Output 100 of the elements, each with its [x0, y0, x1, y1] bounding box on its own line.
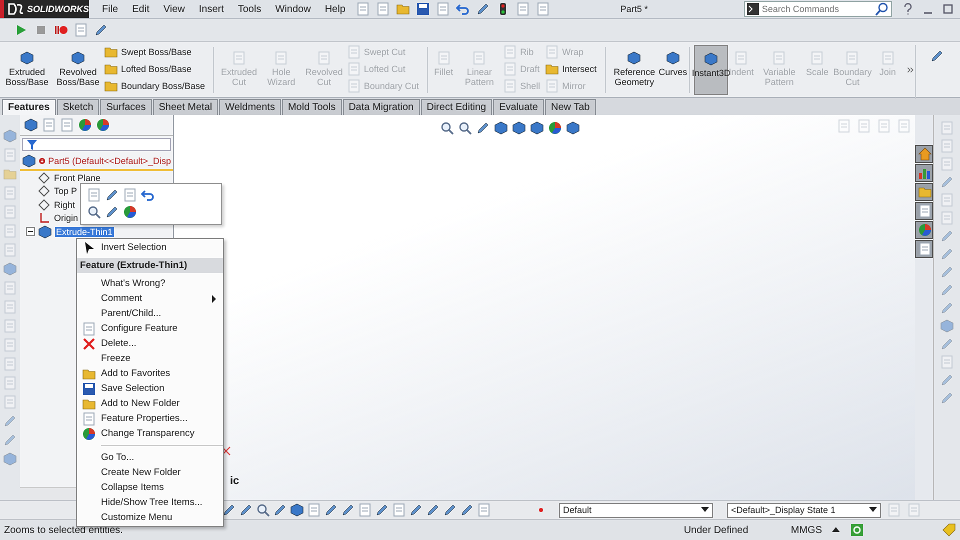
pencil-icon[interactable] — [930, 49, 944, 63]
cube-icon[interactable] — [38, 224, 52, 239]
ribbon-command[interactable]: Curves — [660, 45, 686, 95]
doc-icon[interactable] — [918, 242, 932, 256]
search-box[interactable]: Search Commands — [744, 1, 892, 17]
play-icon[interactable] — [14, 23, 28, 37]
pie-icon[interactable] — [96, 118, 110, 132]
menu-item[interactable]: Window — [268, 4, 318, 14]
pie-icon[interactable] — [78, 118, 92, 132]
undo-icon[interactable] — [456, 2, 470, 16]
cube-icon[interactable] — [530, 121, 544, 135]
ribbon-tab[interactable]: Sketch — [56, 99, 100, 115]
units-selector[interactable]: MMGS — [790, 524, 822, 536]
help-icon[interactable] — [850, 523, 864, 537]
ribbon-tab[interactable]: Evaluate — [493, 99, 544, 115]
pencil-icon[interactable] — [409, 503, 423, 517]
cube-icon[interactable] — [494, 121, 508, 135]
pencil-icon[interactable] — [94, 23, 108, 37]
record-icon[interactable] — [54, 23, 68, 37]
ribbon-tab[interactable]: Mold Tools — [282, 99, 342, 115]
configuration-dropdown[interactable]: <Default>_Display State 1 — [727, 502, 881, 518]
cube-icon[interactable] — [20, 51, 34, 65]
pencil-icon[interactable] — [105, 205, 119, 219]
folder-icon[interactable] — [396, 2, 410, 16]
search-icon[interactable] — [874, 2, 889, 16]
house-icon[interactable] — [918, 147, 932, 161]
doc-icon[interactable] — [918, 204, 932, 218]
menu-item[interactable]: Customize Menu — [77, 510, 223, 525]
zoom-icon[interactable] — [458, 121, 472, 135]
tree-item[interactable]: Origin — [53, 213, 80, 224]
doc-icon[interactable] — [536, 2, 550, 16]
search-field[interactable]: Search Commands — [762, 4, 872, 14]
tree-item[interactable]: Right — [53, 200, 76, 210]
pencil-icon[interactable] — [239, 503, 253, 517]
doc-icon[interactable] — [60, 118, 74, 132]
pencil-icon[interactable] — [273, 503, 287, 517]
ribbon-command[interactable]: Reference Geometry — [609, 45, 660, 95]
zoom-icon[interactable] — [256, 503, 270, 517]
folder-icon[interactable] — [3, 167, 17, 181]
zoom-icon[interactable] — [87, 205, 101, 219]
pie-icon[interactable] — [548, 121, 562, 135]
menu-item[interactable]: Insert — [192, 4, 231, 14]
cube-icon[interactable] — [704, 52, 718, 66]
pencil-icon[interactable] — [341, 503, 355, 517]
cube-icon[interactable] — [290, 503, 304, 517]
pencil-icon[interactable] — [476, 121, 490, 135]
cube-icon[interactable] — [566, 121, 580, 135]
ribbon-command[interactable]: Boundary Boss/Base — [104, 79, 206, 93]
folder-icon[interactable] — [104, 45, 118, 59]
folder-icon[interactable] — [82, 396, 96, 410]
ribbon-tab[interactable]: Weldments — [219, 99, 281, 115]
ribbon-tab[interactable]: Surfaces — [100, 99, 152, 115]
zoom-icon[interactable] — [440, 121, 454, 135]
cube-icon[interactable] — [627, 51, 642, 65]
ribbon-tab[interactable]: New Tab — [545, 99, 596, 115]
collapse-icon[interactable] — [26, 227, 35, 236]
undo-icon[interactable] — [141, 188, 155, 202]
ribbon-command[interactable]: Extruded Boss/Base — [2, 45, 52, 95]
cube-icon[interactable] — [666, 51, 680, 65]
tag-icon[interactable] — [942, 523, 956, 537]
filter-field[interactable] — [22, 138, 171, 151]
menu-item[interactable]: Help — [318, 4, 352, 14]
pencil-icon[interactable] — [105, 188, 119, 202]
pencil-icon[interactable] — [476, 2, 490, 16]
ribbon-tab[interactable]: Data Migration — [342, 99, 420, 115]
ribbon-tab[interactable]: Sheet Metal — [152, 99, 218, 115]
cube-icon[interactable] — [22, 154, 36, 168]
menu-item[interactable]: File — [95, 4, 126, 14]
caret-icon[interactable] — [832, 526, 840, 534]
ribbon-command[interactable]: Instant3D — [694, 45, 728, 95]
pencil-icon[interactable] — [443, 503, 457, 517]
stop-icon[interactable] — [34, 23, 48, 37]
folder-icon[interactable] — [82, 366, 96, 380]
doc-icon[interactable] — [82, 412, 96, 426]
ribbon-command[interactable]: Intersect — [545, 62, 597, 76]
ribbon-tab[interactable]: Direct Editing — [420, 99, 492, 115]
cube-icon[interactable] — [512, 121, 526, 135]
help-icon[interactable] — [902, 3, 914, 15]
folder-icon[interactable] — [104, 79, 118, 93]
menu-item[interactable]: View — [156, 4, 192, 14]
maximize-icon[interactable] — [942, 3, 954, 15]
ribbon-command[interactable]: Swept Boss/Base — [104, 45, 206, 59]
doc-icon[interactable] — [516, 2, 530, 16]
pencil-icon[interactable] — [375, 503, 389, 517]
doc-icon[interactable] — [436, 2, 450, 16]
pencil-icon[interactable] — [324, 503, 338, 517]
pie-icon[interactable] — [82, 426, 96, 440]
tree-item[interactable]: Extrude-Thin1 — [55, 226, 114, 237]
doc-icon[interactable] — [82, 322, 96, 336]
tree-item[interactable]: Part5 (Default<<Default>_Disp — [48, 156, 171, 166]
menu-item[interactable]: Tools — [230, 4, 268, 14]
chevron-icon[interactable] — [906, 65, 914, 75]
folder-icon[interactable] — [545, 62, 560, 76]
pencil-icon[interactable] — [426, 503, 440, 517]
cube-icon[interactable] — [24, 118, 38, 132]
cube-icon[interactable] — [71, 51, 85, 65]
ribbon-tab[interactable]: Features — [2, 99, 56, 115]
ribbon-command[interactable]: Lofted Boss/Base — [104, 62, 206, 76]
doc-icon[interactable] — [74, 23, 88, 37]
pencil-icon[interactable] — [460, 503, 474, 517]
